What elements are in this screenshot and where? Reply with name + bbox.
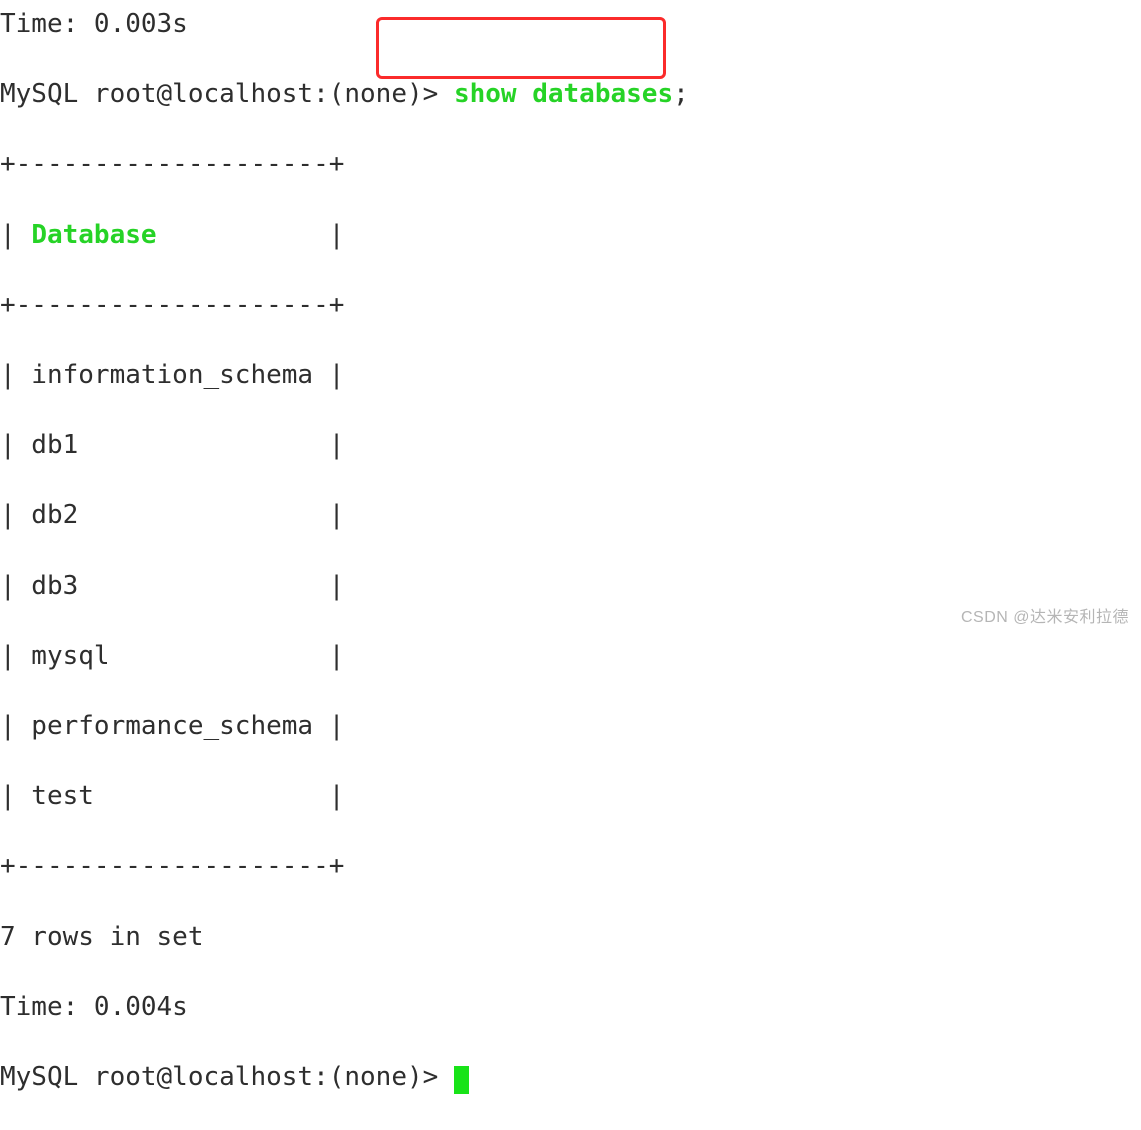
rows-summary: 7 rows in set	[0, 920, 1141, 955]
time-line: Time: 0.004s	[0, 990, 1141, 1025]
column-header: Database	[31, 220, 156, 250]
table-row: | mysql |	[0, 639, 1141, 674]
table-row: | db2 |	[0, 498, 1141, 533]
table-header-row: | Database |	[0, 218, 1141, 253]
prompt-text: MySQL root@localhost:(none)>	[0, 79, 454, 109]
table-row: | db1 |	[0, 428, 1141, 463]
command-line[interactable]: MySQL root@localhost:(none)> show databa…	[0, 77, 1141, 112]
table-row: | performance_schema |	[0, 709, 1141, 744]
sql-command: show databases	[454, 79, 673, 109]
table-row: | information_schema |	[0, 358, 1141, 393]
terminal-output: Time: 0.003s MySQL root@localhost:(none)…	[0, 0, 1141, 1130]
table-border-bot: +--------------------+	[0, 849, 1141, 884]
table-row: | db3 |	[0, 569, 1141, 604]
prompt-text: MySQL root@localhost:(none)>	[0, 1062, 454, 1092]
semicolon: ;	[673, 79, 689, 109]
watermark-text: CSDN @达米安利拉德	[961, 607, 1129, 629]
table-row: | test |	[0, 779, 1141, 814]
table-border-mid: +--------------------+	[0, 288, 1141, 323]
prev-time-line: Time: 0.003s	[0, 7, 1141, 42]
table-border-top: +--------------------+	[0, 147, 1141, 182]
cursor-icon	[454, 1066, 469, 1094]
next-prompt-line[interactable]: MySQL root@localhost:(none)>	[0, 1060, 1141, 1095]
